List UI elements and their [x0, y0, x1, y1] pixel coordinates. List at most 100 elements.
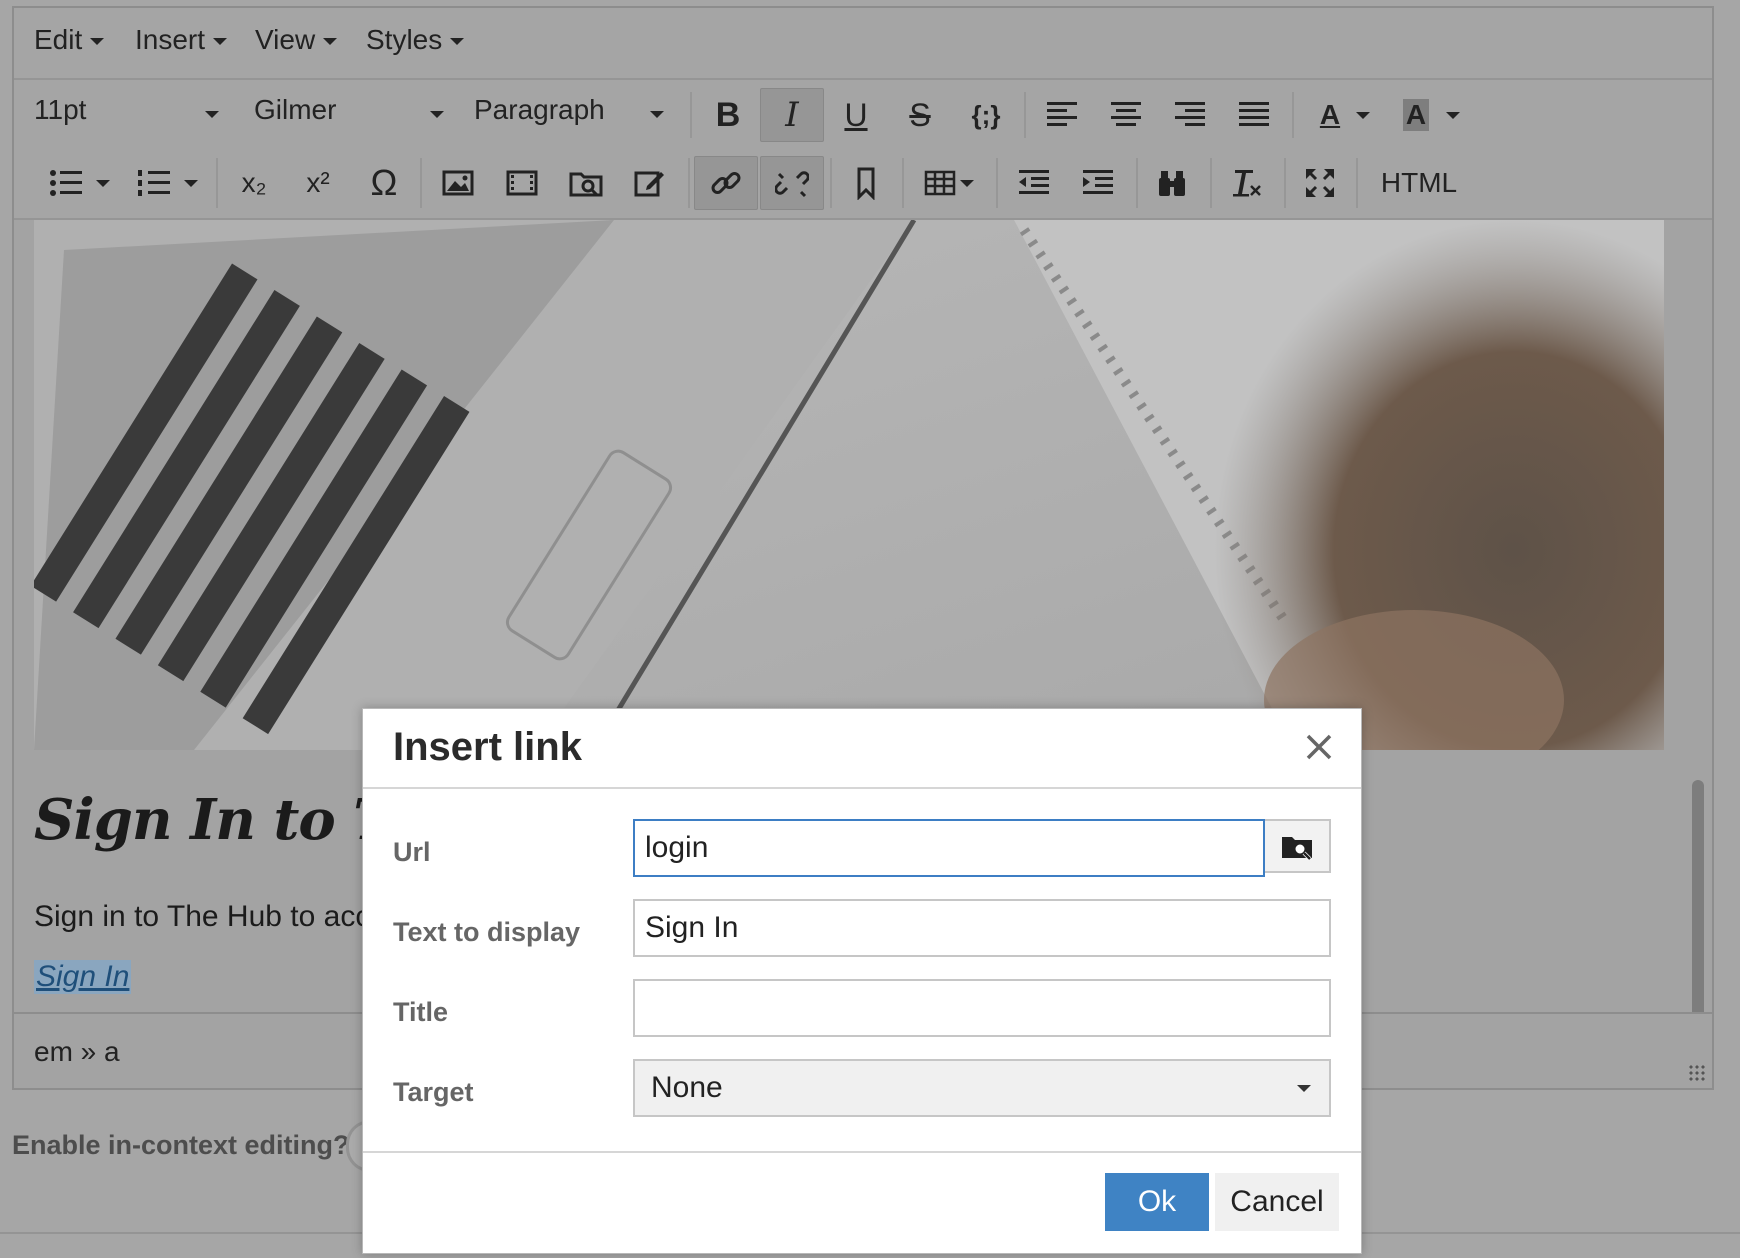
align-left-button[interactable] — [1030, 88, 1094, 142]
align-center-button[interactable] — [1094, 88, 1158, 142]
clear-formatting-button[interactable] — [1214, 156, 1278, 210]
outdent-button[interactable] — [1002, 156, 1066, 210]
edit-icon — [634, 171, 664, 197]
text-color-dropdown[interactable] — [1348, 88, 1378, 142]
indent-button[interactable] — [1066, 156, 1130, 210]
background-color-dropdown[interactable] — [1438, 88, 1468, 142]
chevron-down-icon — [213, 38, 228, 46]
menu-styles-label: Styles — [366, 24, 443, 55]
menu-styles[interactable]: Styles — [366, 24, 465, 56]
title-input[interactable] — [633, 979, 1331, 1037]
bullet-list-icon — [50, 170, 82, 196]
bullet-list-dropdown[interactable] — [88, 156, 118, 210]
menu-view[interactable]: View — [255, 24, 338, 56]
fullscreen-icon — [1306, 169, 1334, 197]
menu-edit-label: Edit — [34, 24, 83, 55]
toolbar-separator — [690, 92, 692, 138]
ok-button[interactable]: Ok — [1105, 1173, 1209, 1231]
toolbar-separator — [1210, 158, 1212, 208]
chevron-down-icon — [184, 179, 198, 187]
toolbar-separator — [216, 158, 218, 208]
align-justify-icon — [1239, 102, 1269, 126]
url-input[interactable]: login — [633, 819, 1265, 877]
indent-icon — [1083, 170, 1113, 194]
dialog-title: Insert link — [393, 725, 582, 769]
align-right-button[interactable] — [1158, 88, 1222, 142]
toolbar-row-2: x₂ x² Ω HTML — [14, 150, 1712, 220]
special-character-button[interactable]: Ω — [352, 156, 416, 210]
font-family-select[interactable]: Gilmer — [254, 94, 444, 134]
anchor-button[interactable] — [834, 156, 898, 210]
background-color-icon: A — [1402, 99, 1430, 131]
insert-image-button[interactable] — [426, 156, 490, 210]
subscript-button[interactable]: x₂ — [222, 156, 286, 210]
link-icon — [711, 172, 741, 194]
font-size-value: 11pt — [34, 94, 87, 125]
chevron-down-icon — [1297, 1085, 1311, 1092]
laptop-photo-image — [34, 220, 1664, 750]
unlink-button[interactable] — [760, 156, 824, 210]
numbered-list-icon — [138, 170, 170, 196]
code-icon: {;} — [971, 99, 1001, 130]
target-select[interactable]: None — [633, 1059, 1331, 1117]
chevron-down-icon — [96, 179, 110, 187]
edit-button[interactable] — [618, 156, 682, 210]
html-source-button[interactable]: HTML — [1364, 156, 1474, 210]
menu-view-label: View — [255, 24, 316, 55]
target-label: Target — [393, 1077, 474, 1107]
chevron-down-icon — [450, 38, 465, 46]
fullscreen-button[interactable] — [1288, 156, 1352, 210]
toolbar-separator — [902, 158, 904, 208]
outdent-icon — [1019, 170, 1049, 194]
table-dropdown[interactable] — [952, 156, 982, 210]
numbered-list-dropdown[interactable] — [176, 156, 206, 210]
cancel-button[interactable]: Cancel — [1215, 1173, 1339, 1231]
chevron-down-icon — [650, 111, 664, 118]
menu-insert[interactable]: Insert — [135, 24, 228, 56]
insert-media-button[interactable] — [490, 156, 554, 210]
superscript-button[interactable]: x² — [286, 156, 350, 210]
close-icon[interactable] — [1299, 727, 1339, 767]
resize-handle[interactable] — [1688, 1064, 1706, 1082]
target-value: None — [651, 1071, 723, 1104]
element-path[interactable]: em » a — [34, 1036, 120, 1068]
toolbar-separator — [1356, 158, 1358, 208]
browse-button[interactable] — [1265, 819, 1331, 873]
menu-insert-label: Insert — [135, 24, 206, 55]
menubar: Edit Insert View Styles — [14, 8, 1712, 80]
underline-button[interactable]: U — [824, 88, 888, 142]
toolbar-separator — [1136, 158, 1138, 208]
block-format-select[interactable]: Paragraph — [474, 94, 664, 134]
underline-icon: U — [844, 96, 868, 133]
bold-button[interactable]: B — [696, 88, 760, 142]
image-icon — [442, 170, 474, 196]
html-source-label: HTML — [1380, 167, 1458, 198]
strikethrough-button[interactable]: S — [888, 88, 952, 142]
text-color-icon: A — [1319, 99, 1341, 130]
toolbar-row-1: 11pt Gilmer Paragraph B I U S {;} A A — [14, 80, 1712, 150]
italic-button[interactable]: I — [760, 88, 824, 142]
menu-edit[interactable]: Edit — [34, 24, 105, 56]
find-replace-button[interactable] — [1140, 156, 1204, 210]
subscript-icon: x₂ — [241, 167, 267, 198]
align-left-icon — [1047, 102, 1077, 126]
insert-link-button[interactable] — [694, 156, 758, 210]
align-justify-button[interactable] — [1222, 88, 1286, 142]
file-browser-button[interactable] — [554, 156, 618, 210]
code-button[interactable]: {;} — [954, 88, 1018, 142]
selected-link[interactable]: Sign In — [34, 960, 132, 994]
superscript-icon: x² — [306, 167, 330, 198]
text-to-display-input[interactable]: Sign In — [633, 899, 1331, 957]
chevron-down-icon — [430, 111, 444, 118]
unlink-icon — [775, 171, 809, 198]
toolbar-separator — [1024, 92, 1026, 138]
italic-icon: I — [785, 95, 799, 135]
bookmark-icon — [857, 167, 875, 200]
content-scrollbar[interactable] — [1692, 780, 1704, 1020]
dialog-header: Insert link — [363, 709, 1361, 789]
strikethrough-icon: S — [909, 96, 931, 133]
toolbar-separator — [1284, 158, 1286, 208]
chevron-down-icon — [1446, 111, 1460, 119]
clear-formatting-icon — [1233, 170, 1261, 197]
font-size-select[interactable]: 11pt — [34, 94, 219, 134]
